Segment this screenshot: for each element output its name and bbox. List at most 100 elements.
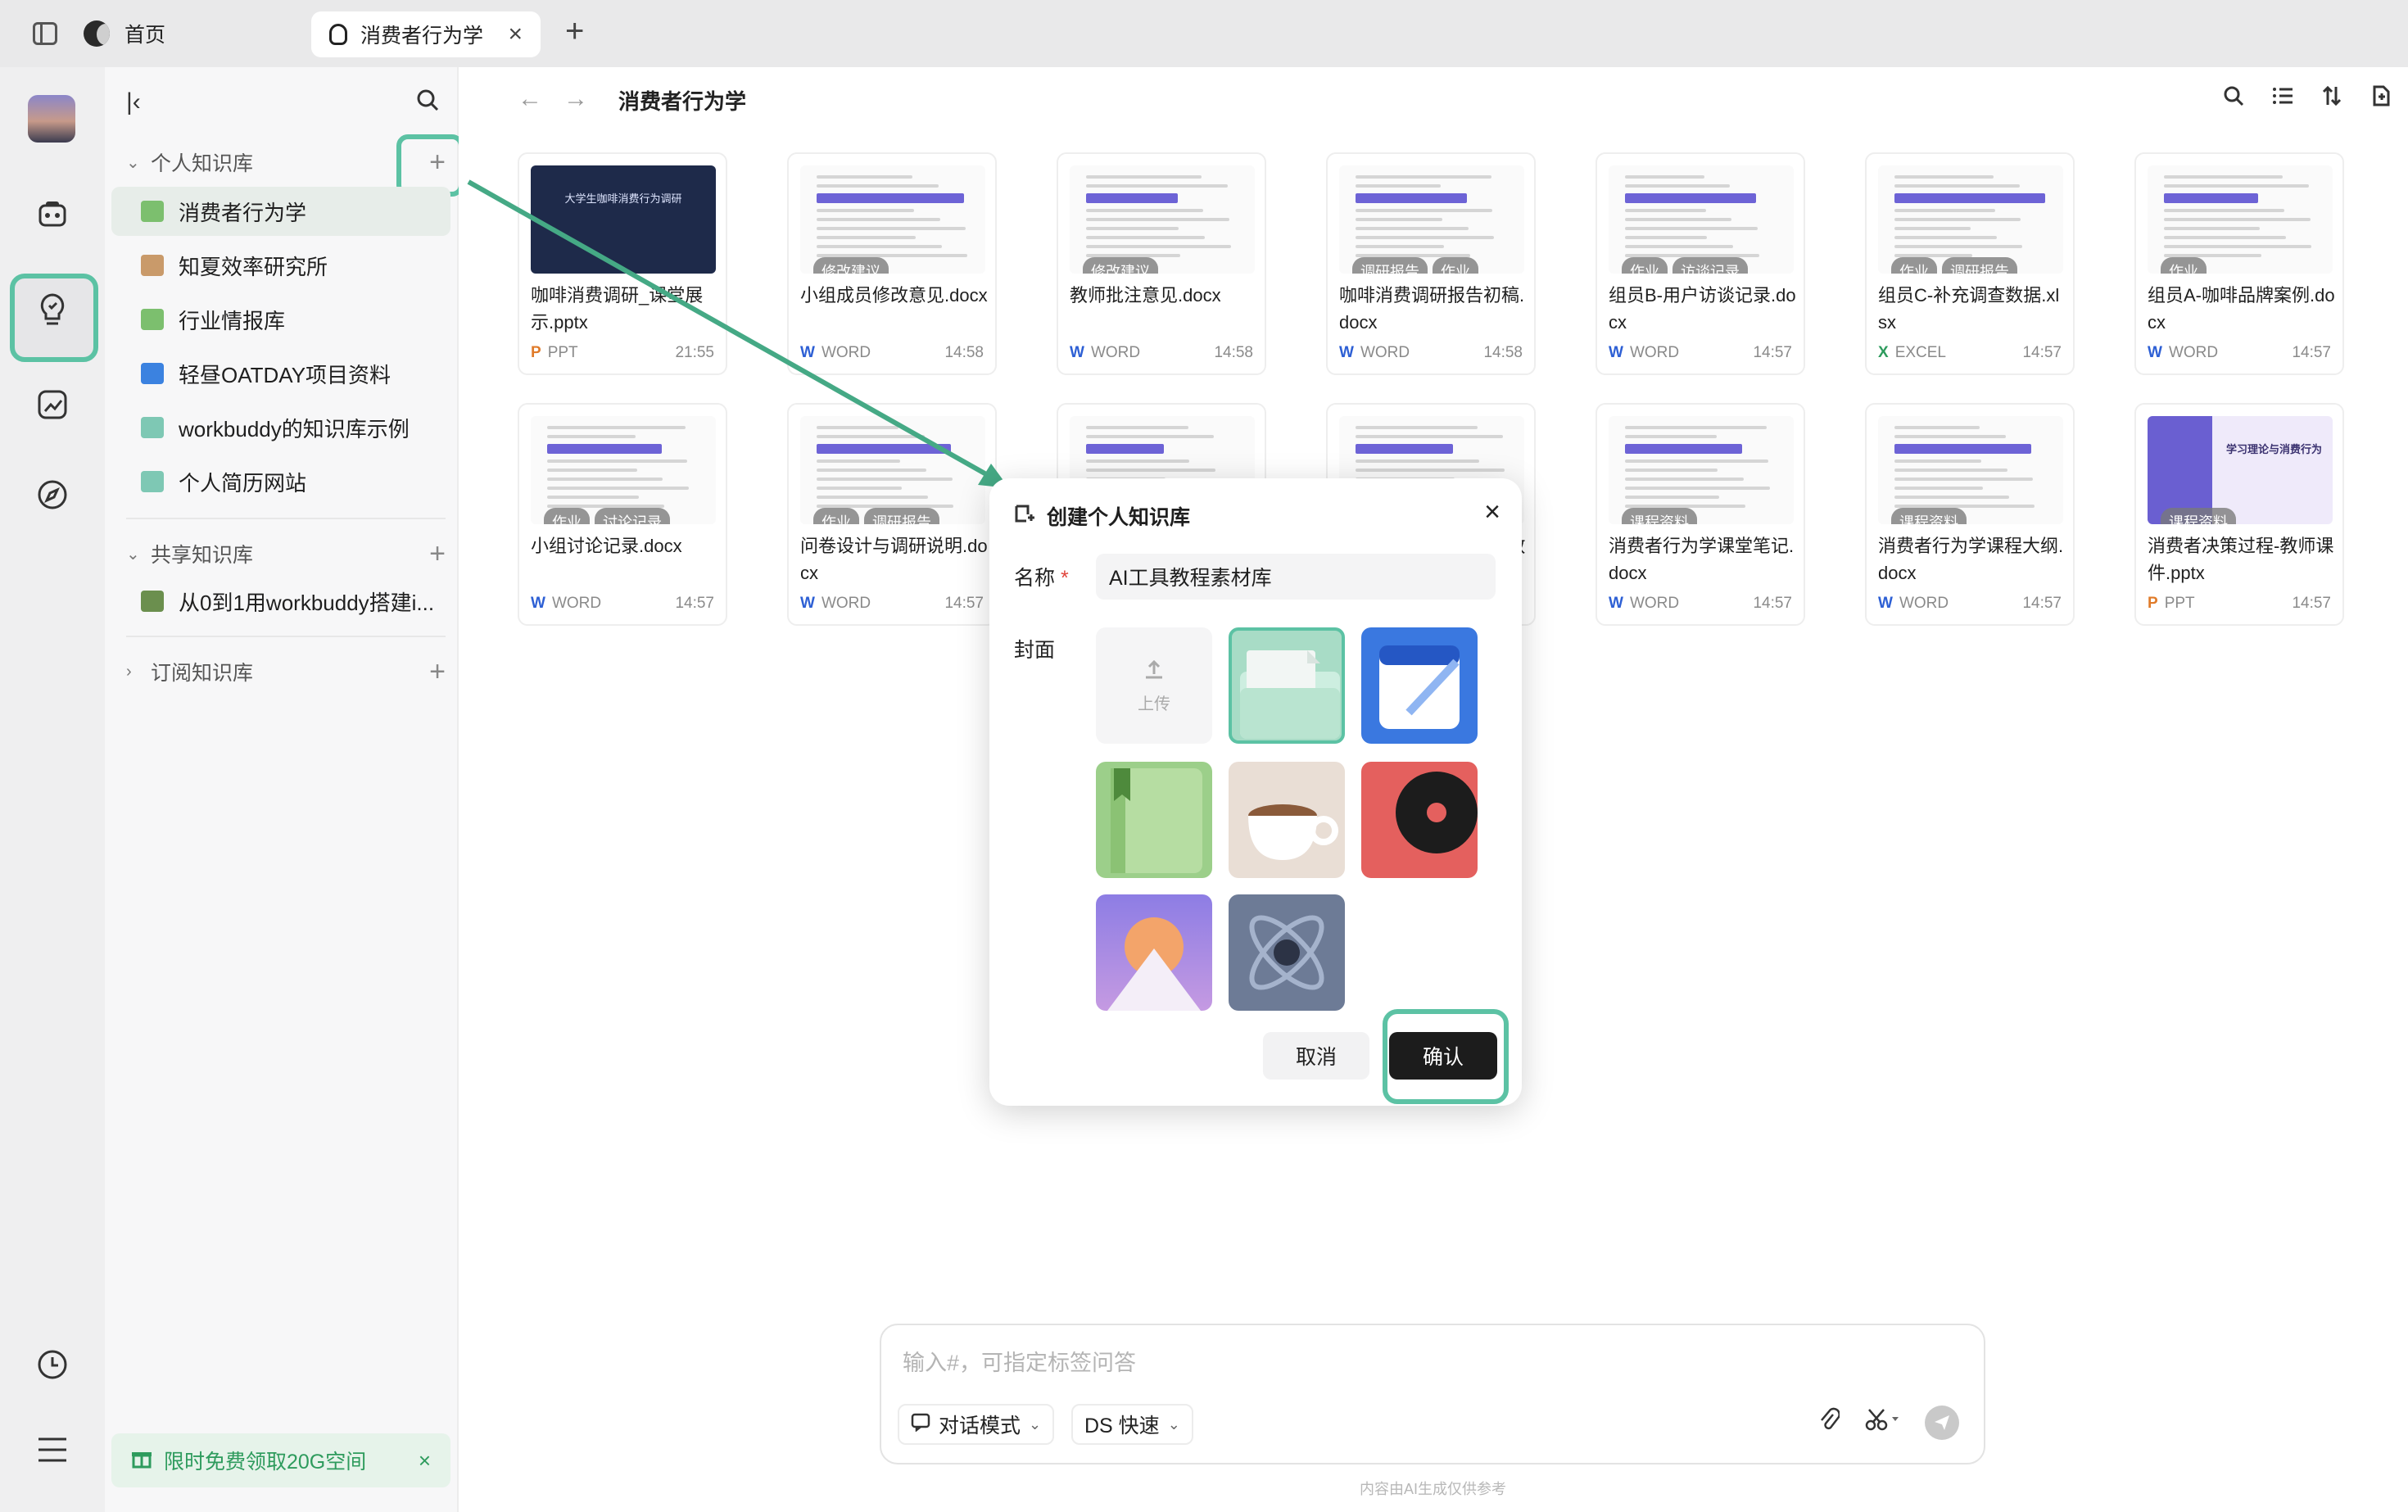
mode-selector[interactable]: 对话模式 ⌄ [898,1404,1055,1445]
file-card[interactable]: 修改建议 小组成员修改意见.docx W WORD 14:58 [787,152,997,375]
sidebar: |‹ ⌄ 个人知识库 + 消费者行为学 知夏效率研究所 行业情报库 轻昼OATDAY项… [105,67,464,1512]
tag-badge[interactable]: 作业 [544,508,590,524]
analytics-icon[interactable] [31,383,74,426]
kb-name-input[interactable] [1096,554,1496,600]
chat-input-box[interactable]: 输入#，可指定标签问答 对话模式 ⌄ DS 快速 ⌄ [880,1324,1985,1464]
word-file-icon: W [1339,344,1354,361]
notebook-pen-cover[interactable] [1361,627,1478,744]
tag-badge[interactable]: 作业 [1433,257,1478,274]
tag-badge[interactable]: 讨论记录 [595,508,670,524]
promo-banner[interactable]: 限时免费领取20G空间 × [111,1433,450,1487]
search-icon[interactable] [416,88,439,115]
add-subscribed-kb-button[interactable]: + [429,656,446,688]
tab-knowledge-base[interactable]: 消费者行为学 × [311,11,541,57]
section-subscribed[interactable]: › 订阅知识库 + [126,655,446,688]
tag-badge[interactable]: 作业 [2161,257,2207,274]
chevron-down-icon: ⌄ [126,153,140,172]
compass-icon[interactable] [31,473,74,516]
toggle-sidebar-icon[interactable] [33,22,57,45]
file-card[interactable]: 修改建议 教师批注意见.docx W WORD 14:58 [1057,152,1266,375]
sidebar-item[interactable]: 行业情报库 [111,295,450,344]
close-tab-icon[interactable]: × [508,22,523,47]
sidebar-item[interactable]: 消费者行为学 [111,187,450,236]
robot-icon[interactable] [31,193,74,236]
forward-arrow-icon[interactable]: → [564,85,588,113]
tag-badge[interactable]: 作业 [1891,257,1937,274]
folder-cover[interactable] [1229,627,1345,744]
knowledge-base-icon[interactable] [31,288,74,331]
file-time: 14:57 [944,595,984,612]
file-card[interactable]: 作业 调研报告 问卷设计与调研说明.docx W WORD 14:57 [787,403,997,626]
tag-badge[interactable]: 课程资料 [1891,508,1967,524]
file-card[interactable]: 课程资料 消费者行为学课程大纲.docx W WORD 14:57 [1865,403,2075,626]
file-time: 14:58 [1483,344,1523,361]
new-document-icon[interactable] [2369,84,2393,108]
mode-label: 对话模式 [939,1415,1021,1437]
add-shared-kb-button[interactable]: + [429,538,446,570]
sidebar-item[interactable]: 轻昼OATDAY项目资料 [111,349,450,398]
kb-cover-icon [141,255,164,276]
tag-badge[interactable]: 作业 [1622,257,1668,274]
sidebar-item[interactable]: 从0到1用workbuddy搭建i... [111,577,450,626]
avatar[interactable] [28,95,75,143]
tag-badge[interactable]: 修改建议 [813,257,889,274]
tag-badge[interactable]: 课程资料 [2161,508,2236,524]
close-dialog-icon[interactable]: × [1484,496,1500,528]
green-book-cover[interactable] [1096,762,1212,878]
file-time: 14:57 [1753,344,1792,361]
file-card[interactable]: 大学生咖啡消费行为调研 咖啡消费调研_课堂展示.pptx P PPT 21:55 [518,152,727,375]
file-card[interactable]: 作业 讨论记录 小组讨论记录.docx W WORD 14:57 [518,403,727,626]
file-card[interactable]: 调研报告 作业 咖啡消费调研报告初稿.docx W WORD 14:58 [1326,152,1536,375]
mountain-sunset-cover[interactable] [1096,894,1212,1011]
atom-cover[interactable] [1229,894,1345,1011]
gift-icon [131,1447,152,1474]
sidebar-item[interactable]: 知夏效率研究所 [111,241,450,290]
tag-badge[interactable]: 课程资料 [1622,508,1697,524]
file-card[interactable]: 作业 调研报告 组员C-补充调查数据.xlsx X EXCEL 14:57 [1865,152,2075,375]
tools-icon[interactable] [1864,1407,1900,1438]
file-title: 小组成员修改意见.docx [800,285,988,306]
sort-icon[interactable] [2320,84,2344,108]
attachment-icon[interactable] [1818,1406,1840,1439]
divider [126,518,446,519]
file-card[interactable]: 课程资料 消费者行为学课堂笔记.docx W WORD 14:57 [1596,403,1805,626]
file-thumbnail: 大学生咖啡消费行为调研 [531,165,716,274]
tab-home[interactable]: 首页 [84,16,165,51]
menu-icon[interactable] [31,1428,74,1471]
section-shared[interactable]: ⌄ 共享知识库 + [126,537,446,570]
file-thumbnail: 调研报告 作业 [1339,165,1524,274]
back-arrow-icon[interactable]: ← [518,85,542,113]
sidebar-item[interactable]: workbuddy的知识库示例 [111,403,450,452]
file-card[interactable]: 学习理论与消费行为 课程资料 消费者决策过程-教师课件.pptx P PPT 14:57 [2134,403,2344,626]
collapse-sidebar-icon[interactable]: |‹ [126,88,141,116]
new-tab-icon[interactable]: + [565,13,584,50]
tag-badge[interactable]: 调研报告 [864,508,939,524]
file-type: WORD [1090,344,1141,361]
sidebar-item-label: workbuddy的知识库示例 [179,416,410,441]
cancel-button[interactable]: 取消 [1263,1032,1369,1080]
file-card[interactable]: 作业 组员A-咖啡品牌案例.docx W WORD 14:57 [2134,152,2344,375]
tag-badge[interactable]: 修改建议 [1083,257,1158,274]
file-title: 咖啡消费调研_课堂展示.pptx [531,285,704,333]
upload-cover-button[interactable]: 上传 [1096,627,1212,744]
tag-badge[interactable]: 作业 [813,508,859,524]
chat-input[interactable]: 输入#，可指定标签问答 [903,1345,1136,1377]
search-icon[interactable] [2221,84,2246,108]
tag-badge[interactable]: 调研报告 [1352,257,1428,274]
vinyl-record-cover[interactable] [1361,762,1478,878]
model-label: DS 快速 [1084,1415,1160,1437]
sidebar-item[interactable]: 个人简历网站 [111,457,450,506]
model-selector[interactable]: DS 快速 ⌄ [1071,1404,1193,1445]
tab-home-label: 首页 [124,24,166,47]
file-card[interactable]: 作业 访谈记录 组员B-用户访谈记录.docx W WORD 14:57 [1596,152,1805,375]
coffee-cup-cover[interactable] [1229,762,1345,878]
file-title: 问卷设计与调研说明.docx [800,536,988,583]
list-view-icon[interactable] [2270,84,2295,108]
send-button[interactable] [1925,1406,1959,1440]
tag-badge[interactable]: 调研报告 [1942,257,2017,274]
tag-badge[interactable]: 访谈记录 [1672,257,1748,274]
file-thumbnail: 学习理论与消费行为 课程资料 [2148,416,2333,524]
history-clock-icon[interactable] [31,1343,74,1386]
lightbulb-icon [329,24,347,45]
close-promo-icon[interactable]: × [419,1448,431,1474]
